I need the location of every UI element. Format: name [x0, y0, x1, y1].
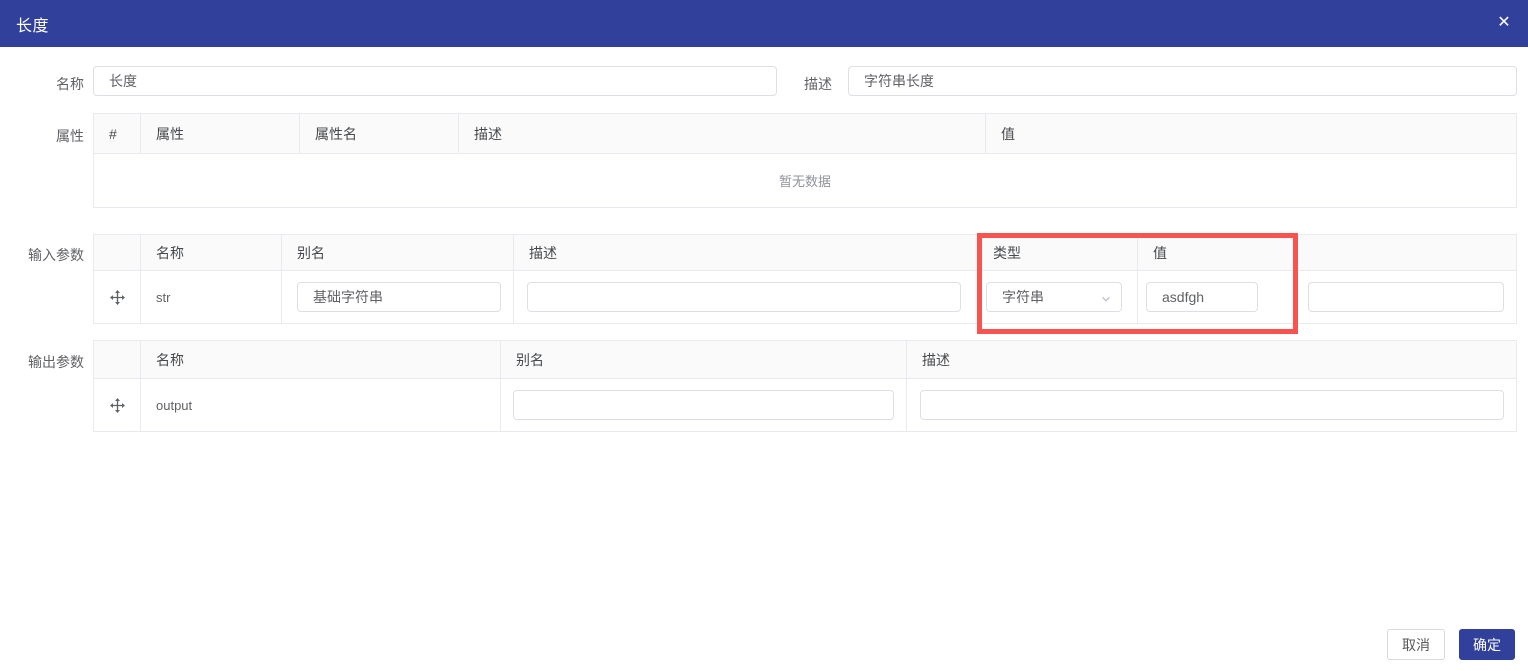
input-params-label: 输入参数	[28, 247, 84, 263]
chevron-down-icon	[1100, 292, 1112, 308]
alias-input[interactable]	[297, 282, 501, 312]
param-alias-cell	[282, 271, 514, 323]
param-desc-cell	[907, 379, 1516, 431]
alias-input[interactable]	[513, 390, 894, 420]
param-type-cell: 字符串	[978, 271, 1138, 323]
desc-input[interactable]	[848, 66, 1517, 96]
table-row: str 字符串	[94, 271, 1516, 323]
param-desc-cell	[514, 271, 978, 323]
close-icon[interactable]: ✕	[1493, 12, 1515, 34]
table-row: output	[94, 379, 1516, 431]
column-header-drag	[94, 341, 141, 378]
drag-handle-icon[interactable]	[108, 396, 126, 414]
param-name-cell: str	[141, 271, 282, 323]
column-header-name: 名称	[141, 235, 282, 270]
description-input[interactable]	[527, 282, 961, 312]
column-header-type: 类型	[978, 235, 1138, 270]
column-header-description: 描述	[922, 351, 950, 368]
drag-cell	[94, 271, 141, 323]
empty-data-placeholder: 暂无数据	[778, 174, 831, 189]
param-extra-cell	[1298, 271, 1516, 323]
name-label: 名称	[56, 76, 84, 92]
name-input[interactable]	[93, 66, 777, 96]
output-params-label: 输出参数	[28, 354, 84, 370]
column-header-description: 描述	[514, 235, 978, 270]
param-name-cell: output	[141, 379, 501, 431]
input-params-table: 名称 别名 描述 类型 值 str 基础字符串 字符串 asdfgh	[93, 234, 1517, 324]
type-select[interactable]: 字符串	[986, 282, 1122, 312]
drag-handle-icon[interactable]	[108, 288, 126, 306]
input-params-table-header: 名称 别名 描述 类型 值	[94, 235, 1516, 271]
column-header-alias: 别名	[501, 341, 907, 378]
attributes-table-header: # 属性 属性名 描述 值	[94, 114, 1516, 154]
column-header-value: 值	[1001, 125, 1015, 142]
attributes-label: 属性	[56, 128, 84, 144]
description-input[interactable]	[920, 390, 1504, 420]
type-select-value: 字符串	[1002, 289, 1044, 305]
output-params-table: 名称 别名 描述 output	[93, 340, 1517, 432]
column-header-attribute: 属性	[141, 114, 300, 153]
column-header-description: 描述	[459, 114, 986, 153]
attributes-table: # 属性 属性名 描述 值 暂无数据	[93, 113, 1517, 208]
param-value-cell	[1138, 271, 1298, 323]
column-header-name: 名称	[141, 341, 501, 378]
column-header-value: 值	[1138, 235, 1298, 270]
length-modal: 长度 ✕ 名称 描述 属性 # 属性 属性名 描述 值 暂无数据 输入参数 名称…	[0, 0, 1528, 671]
modal-header: 长度 ✕	[0, 0, 1528, 47]
param-alias-cell	[501, 379, 907, 431]
output-params-table-header: 名称 别名 描述	[94, 341, 1516, 379]
desc-label: 描述	[804, 76, 832, 92]
column-header-extra	[1298, 235, 1516, 270]
modal-title: 长度	[16, 18, 50, 35]
extra-input[interactable]	[1308, 282, 1504, 312]
column-header-drag	[94, 235, 141, 270]
column-header-index: #	[94, 114, 141, 153]
column-header-alias: 别名	[282, 235, 514, 270]
drag-cell	[94, 379, 141, 431]
value-input[interactable]	[1146, 282, 1258, 312]
column-header-attribute-name: 属性名	[300, 114, 459, 153]
confirm-button[interactable]: 确定	[1459, 629, 1515, 660]
cancel-button[interactable]: 取消	[1387, 629, 1445, 660]
